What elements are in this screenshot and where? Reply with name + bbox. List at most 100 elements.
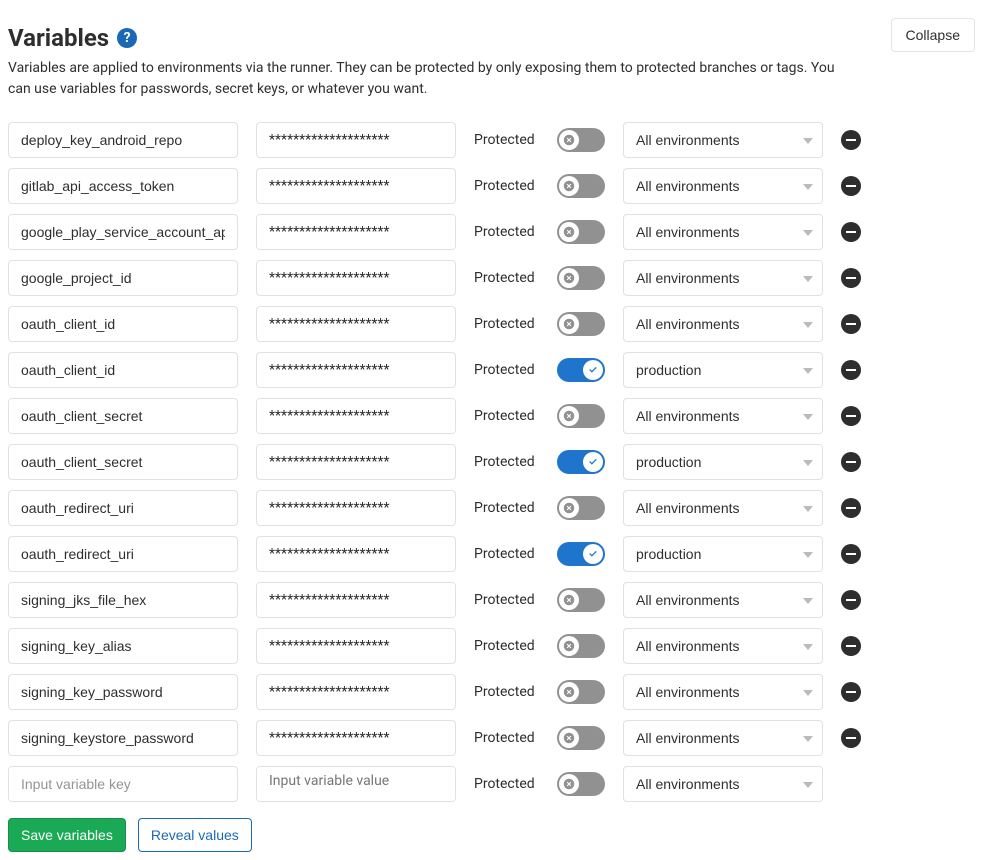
variable-key-input[interactable] [8, 122, 238, 158]
variable-key-input[interactable] [8, 398, 238, 434]
environment-select[interactable] [623, 490, 823, 526]
environment-select[interactable] [623, 260, 823, 296]
save-variables-button[interactable]: Save variables [8, 818, 126, 852]
remove-variable-button[interactable] [841, 222, 861, 242]
variable-key-input[interactable] [8, 490, 238, 526]
variable-value-input[interactable] [256, 398, 456, 434]
reveal-values-button[interactable]: Reveal values [138, 818, 252, 852]
variable-key-input[interactable] [8, 628, 238, 664]
check-icon [583, 360, 603, 380]
protected-label: Protected [474, 500, 539, 516]
remove-variable-button[interactable] [841, 268, 861, 288]
variable-key-input[interactable] [8, 306, 238, 342]
variable-row: Protected [8, 122, 975, 158]
protected-toggle[interactable] [557, 128, 605, 152]
variable-value-input[interactable] [256, 582, 456, 618]
environment-select[interactable] [623, 398, 823, 434]
variable-value-input[interactable] [256, 536, 456, 572]
variable-key-input[interactable] [8, 766, 238, 802]
variable-value-input[interactable] [256, 122, 456, 158]
remove-variable-button[interactable] [841, 176, 861, 196]
environment-select[interactable] [623, 444, 823, 480]
check-icon [583, 452, 603, 472]
variable-key-input[interactable] [8, 168, 238, 204]
variable-row: Protected [8, 628, 975, 664]
variable-value-input[interactable] [256, 306, 456, 342]
environment-select[interactable] [623, 674, 823, 710]
variable-value-input[interactable] [256, 444, 456, 480]
protected-toggle[interactable] [557, 404, 605, 428]
protected-toggle[interactable] [557, 266, 605, 290]
variables-table: Protected Protected Protected Protected Prot… [8, 122, 975, 802]
variable-key-input[interactable] [8, 214, 238, 250]
protected-label: Protected [474, 362, 539, 378]
protected-toggle[interactable] [557, 450, 605, 474]
protected-label: Protected [474, 684, 539, 700]
protected-toggle[interactable] [557, 588, 605, 612]
protected-toggle[interactable] [557, 496, 605, 520]
variable-key-input[interactable] [8, 444, 238, 480]
remove-variable-button[interactable] [841, 544, 861, 564]
environment-select[interactable] [623, 214, 823, 250]
protected-label: Protected [474, 132, 539, 148]
environment-select[interactable] [623, 720, 823, 756]
protected-label: Protected [474, 270, 539, 286]
protected-toggle[interactable] [557, 726, 605, 750]
environment-select[interactable] [623, 306, 823, 342]
variable-row: Protected [8, 398, 975, 434]
environment-select[interactable] [623, 168, 823, 204]
protected-toggle[interactable] [557, 542, 605, 566]
environment-select[interactable] [623, 122, 823, 158]
protected-label: Protected [474, 776, 539, 792]
protected-label: Protected [474, 178, 539, 194]
protected-toggle[interactable] [557, 634, 605, 658]
actions-bar: Save variables Reveal values [8, 818, 975, 852]
variable-key-input[interactable] [8, 536, 238, 572]
protected-label: Protected [474, 454, 539, 470]
variable-value-input[interactable] [256, 628, 456, 664]
variable-key-input[interactable] [8, 260, 238, 296]
variable-value-input[interactable] [256, 490, 456, 526]
environment-select[interactable] [623, 628, 823, 664]
close-icon [559, 268, 579, 288]
remove-variable-button[interactable] [841, 590, 861, 610]
variable-value-input[interactable] [256, 168, 456, 204]
variable-value-input[interactable] [256, 720, 456, 756]
variable-value-input[interactable] [256, 214, 456, 250]
remove-variable-button[interactable] [841, 636, 861, 656]
remove-variable-button[interactable] [841, 314, 861, 334]
environment-select[interactable] [623, 536, 823, 572]
remove-variable-button[interactable] [841, 682, 861, 702]
protected-label: Protected [474, 592, 539, 608]
close-icon [559, 636, 579, 656]
remove-variable-button[interactable] [841, 728, 861, 748]
remove-variable-button[interactable] [841, 498, 861, 518]
protected-toggle[interactable] [557, 772, 605, 796]
protected-toggle[interactable] [557, 220, 605, 244]
remove-variable-button[interactable] [841, 406, 861, 426]
remove-variable-button[interactable] [841, 452, 861, 472]
environment-select[interactable] [623, 766, 823, 802]
protected-toggle[interactable] [557, 174, 605, 198]
variable-key-input[interactable] [8, 720, 238, 756]
variable-key-input[interactable] [8, 582, 238, 618]
variable-value-input[interactable] [256, 766, 456, 802]
variable-key-input[interactable] [8, 352, 238, 388]
protected-toggle[interactable] [557, 680, 605, 704]
close-icon [559, 774, 579, 794]
remove-variable-button[interactable] [841, 130, 861, 150]
protected-label: Protected [474, 316, 539, 332]
variable-value-input[interactable] [256, 352, 456, 388]
close-icon [559, 590, 579, 610]
help-icon[interactable]: ? [117, 28, 137, 48]
variable-key-input[interactable] [8, 674, 238, 710]
variable-value-input[interactable] [256, 260, 456, 296]
protected-toggle[interactable] [557, 312, 605, 336]
environment-select[interactable] [623, 352, 823, 388]
protected-toggle[interactable] [557, 358, 605, 382]
collapse-button[interactable]: Collapse [891, 18, 975, 52]
variable-value-input[interactable] [256, 674, 456, 710]
close-icon [559, 314, 579, 334]
environment-select[interactable] [623, 582, 823, 618]
remove-variable-button[interactable] [841, 360, 861, 380]
